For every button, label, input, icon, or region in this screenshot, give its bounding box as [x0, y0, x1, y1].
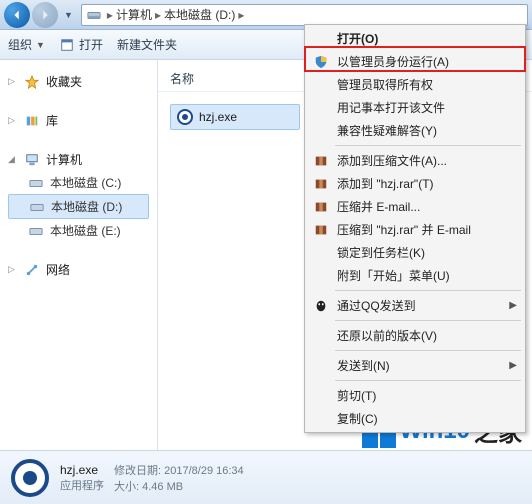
qq-icon [313, 298, 329, 314]
ctx-cut[interactable]: 剪切(T) [307, 384, 523, 407]
submenu-arrow-icon: ▶ [509, 360, 517, 371]
sidebar-label: 库 [46, 112, 58, 129]
collapse-icon: ▷ [8, 115, 18, 126]
details-filename: hzj.exe [60, 463, 104, 477]
archive-icon [313, 199, 329, 215]
breadcrumb-sep: ▸ [152, 8, 164, 22]
ctx-open[interactable]: 打开(O) [307, 27, 523, 50]
drive-icon [28, 223, 44, 239]
arrow-left-icon [10, 8, 24, 22]
nav-back-button[interactable] [4, 2, 30, 28]
sidebar: ▷ 收藏夹 ▷ 库 ◢ [0, 60, 158, 450]
details-size-value: 4.46 MB [142, 481, 183, 493]
exe-icon [10, 458, 50, 498]
sidebar-drive-d[interactable]: 本地磁盘 (D:) [8, 194, 149, 219]
sidebar-drive-e[interactable]: 本地磁盘 (E:) [8, 219, 157, 242]
new-folder-button[interactable]: 新建文件夹 [117, 36, 177, 53]
libraries-icon [24, 113, 40, 129]
details-mod-value: 2017/8/29 16:34 [164, 465, 244, 477]
archive-icon [313, 222, 329, 238]
ctx-open-notepad[interactable]: 用记事本打开该文件 [307, 96, 523, 119]
ctx-admin-ownership[interactable]: 管理员取得所有权 [307, 73, 523, 96]
network-icon [24, 262, 40, 278]
collapse-icon: ▷ [8, 264, 18, 275]
submenu-arrow-icon: ▶ [509, 300, 517, 311]
nav-history-dropdown[interactable]: ▼ [60, 10, 77, 20]
sidebar-label: 收藏夹 [46, 73, 82, 90]
new-folder-label: 新建文件夹 [117, 36, 177, 53]
ctx-separator [335, 290, 521, 291]
expand-icon: ◢ [8, 154, 18, 165]
ctx-zip-hzj-email[interactable]: 压缩到 "hzj.rar" 并 E-mail [307, 218, 523, 241]
sidebar-label: 本地磁盘 (D:) [51, 198, 122, 215]
details-type: 应用程序 [60, 477, 104, 493]
ctx-separator [335, 350, 521, 351]
ctx-separator [335, 380, 521, 381]
sidebar-network[interactable]: ▷ 网络 [8, 258, 157, 281]
drive-icon [28, 175, 44, 191]
breadcrumb-location[interactable]: 本地磁盘 (D:) [164, 6, 235, 23]
details-mod-label: 修改日期: [114, 465, 161, 477]
explorer-window: ▼ ▸ 计算机 ▸ 本地磁盘 (D:) ▸ 组织▼ 打开 新建文件夹 [0, 0, 532, 504]
collapse-icon: ▷ [8, 76, 18, 87]
archive-icon [313, 153, 329, 169]
details-pane: hzj.exe 应用程序 修改日期: 2017/8/29 16:34 大小: 4… [0, 450, 532, 504]
drive-icon [29, 199, 45, 215]
breadcrumb-sep: ▸ [235, 8, 247, 22]
sidebar-label: 计算机 [46, 151, 82, 168]
ctx-separator [335, 320, 521, 321]
details-col: hzj.exe 应用程序 [60, 463, 104, 493]
arrow-right-icon [38, 8, 52, 22]
breadcrumb-root[interactable]: 计算机 [116, 6, 152, 23]
star-icon [24, 74, 40, 90]
shield-icon [313, 54, 329, 70]
sidebar-computer[interactable]: ◢ 计算机 [8, 148, 157, 171]
ctx-send-to[interactable]: 发送到(N) ▶ [307, 354, 523, 377]
open-label: 打开 [79, 36, 103, 53]
ctx-run-as-admin[interactable]: 以管理员身份运行(A) [307, 50, 523, 73]
ctx-compat-troubleshoot[interactable]: 兼容性疑难解答(Y) [307, 119, 523, 142]
file-row[interactable]: hzj.exe [170, 104, 300, 130]
computer-icon [24, 152, 40, 168]
ctx-qq-send[interactable]: 通过QQ发送到 ▶ [307, 294, 523, 317]
ctx-restore-prev[interactable]: 还原以前的版本(V) [307, 324, 523, 347]
drive-icon [87, 8, 101, 22]
context-menu: 打开(O) 以管理员身份运行(A) 管理员取得所有权 用记事本打开该文件 兼容性… [304, 24, 526, 433]
address-bar[interactable]: ▸ 计算机 ▸ 本地磁盘 (D:) ▸ [81, 4, 528, 26]
exe-icon [177, 109, 193, 125]
organize-label: 组织 [8, 36, 32, 53]
sidebar-label: 本地磁盘 (E:) [50, 222, 121, 239]
ctx-pin-start[interactable]: 附到「开始」菜单(U) [307, 264, 523, 287]
details-col: 修改日期: 2017/8/29 16:34 大小: 4.46 MB [114, 462, 244, 494]
organize-menu[interactable]: 组织▼ [8, 36, 45, 53]
nav-forward-button[interactable] [32, 2, 58, 28]
sidebar-drive-c[interactable]: 本地磁盘 (C:) [8, 171, 157, 194]
ctx-add-hzj-rar[interactable]: 添加到 "hzj.rar"(T) [307, 172, 523, 195]
ctx-pin-taskbar[interactable]: 锁定到任务栏(K) [307, 241, 523, 264]
sidebar-libraries[interactable]: ▷ 库 [8, 109, 157, 132]
file-name: hzj.exe [199, 110, 237, 124]
breadcrumb-sep: ▸ [104, 8, 116, 22]
sidebar-favorites[interactable]: ▷ 收藏夹 [8, 70, 157, 93]
open-icon [59, 37, 75, 53]
ctx-separator [335, 145, 521, 146]
archive-icon [313, 176, 329, 192]
sidebar-label: 本地磁盘 (C:) [50, 174, 121, 191]
ctx-copy[interactable]: 复制(C) [307, 407, 523, 430]
open-button[interactable]: 打开 [59, 36, 103, 53]
details-size-label: 大小: [114, 481, 139, 493]
ctx-zip-email[interactable]: 压缩并 E-mail... [307, 195, 523, 218]
ctx-add-archive[interactable]: 添加到压缩文件(A)... [307, 149, 523, 172]
sidebar-label: 网络 [46, 261, 70, 278]
